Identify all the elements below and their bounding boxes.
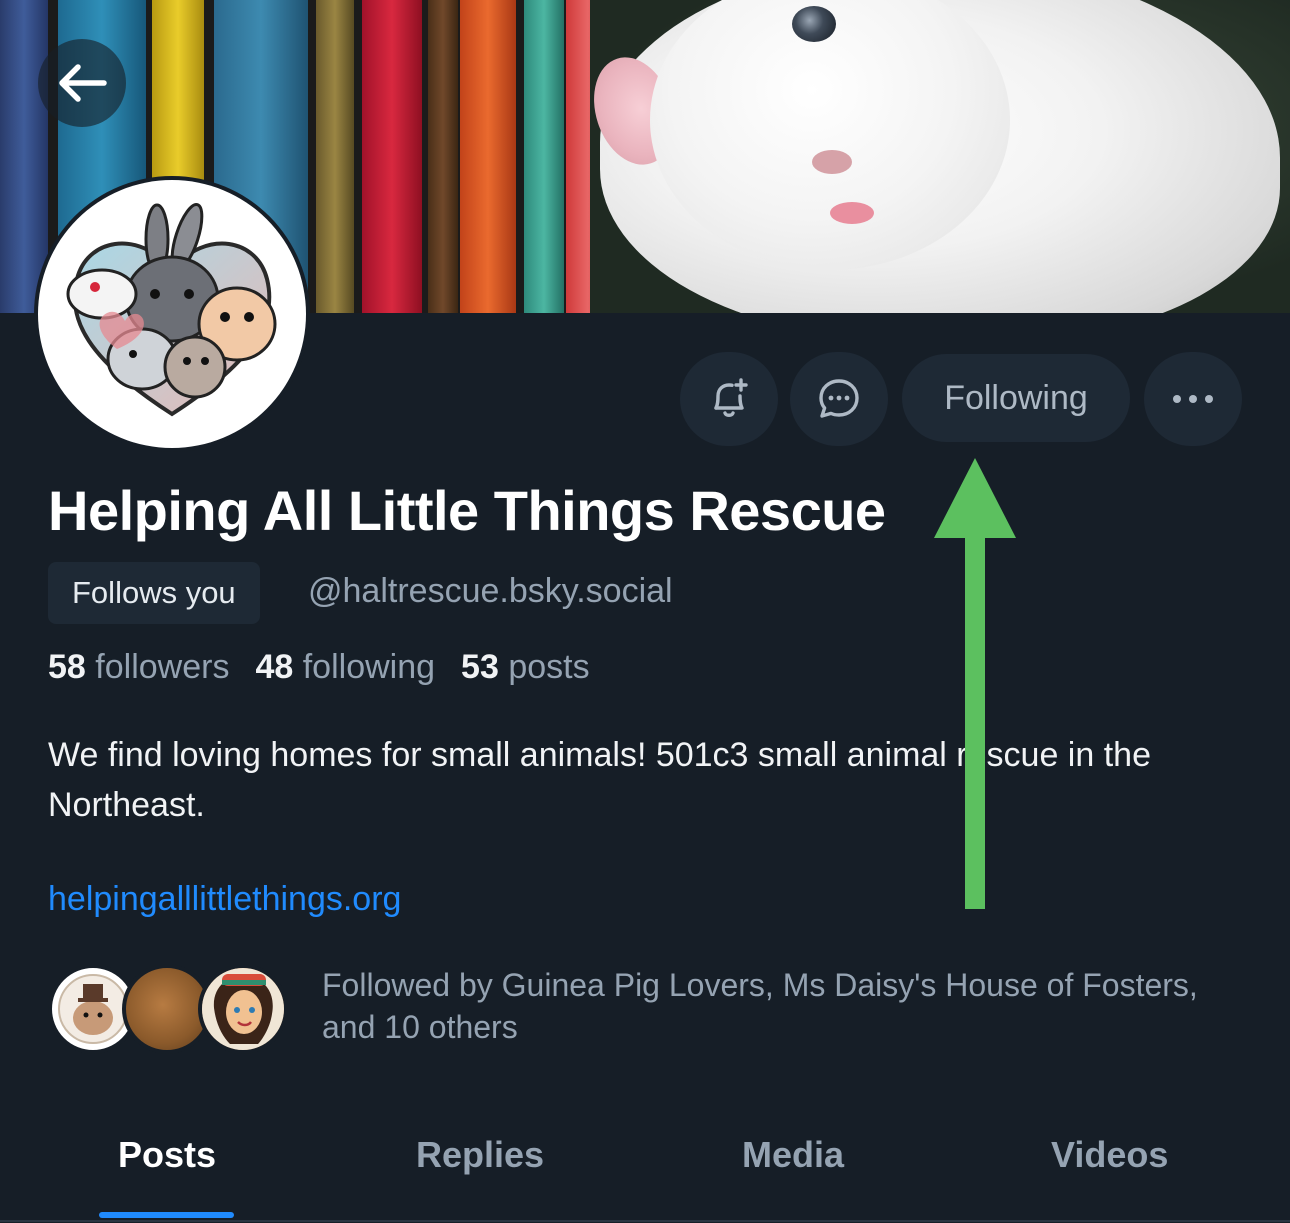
posts-label: posts: [508, 648, 590, 686]
following-button[interactable]: Following: [902, 354, 1130, 442]
banner-stripe: [362, 0, 422, 313]
banner-stripe: [460, 0, 516, 313]
banner-stripe: [0, 0, 48, 313]
followers-count: 58: [48, 648, 86, 686]
chat-bubble-icon: [819, 379, 859, 418]
known-follower-avatar: [198, 964, 288, 1054]
heart-animals-logo: [66, 202, 277, 417]
follows-you-badge: Follows you: [48, 562, 260, 624]
tab-posts[interactable]: Posts: [118, 1134, 216, 1176]
bell-plus-icon: [714, 378, 748, 417]
profile-stats: 58 followers 48 following 53 posts: [48, 648, 590, 687]
subscribe-notifications-button[interactable]: [680, 352, 778, 446]
profile-website-link[interactable]: helpingalllittlethings.org: [48, 880, 401, 919]
guinea-pig-nose: [812, 150, 852, 174]
back-button[interactable]: [38, 39, 126, 127]
banner-stripe: [524, 0, 564, 313]
posts-stat: 53 posts: [461, 648, 590, 686]
followers-stat[interactable]: 58 followers: [48, 648, 229, 686]
guinea-pig-eye: [792, 6, 836, 42]
following-stat[interactable]: 48 following: [255, 648, 435, 686]
profile-bio: We find loving homes for small animals! …: [48, 736, 1151, 824]
ellipsis-icon: [1173, 395, 1213, 403]
following-label: following: [302, 648, 436, 686]
active-tab-indicator: [99, 1212, 234, 1218]
guinea-pig-tongue: [830, 202, 874, 224]
profile-avatar[interactable]: [34, 176, 310, 452]
tab-replies[interactable]: Replies: [416, 1134, 544, 1176]
followed-by-text[interactable]: Followed by Guinea Pig Lovers, Ms Daisy'…: [322, 964, 1202, 1048]
cartoon-woman-icon: [202, 968, 284, 1050]
annotation-arrow-icon: [934, 458, 1016, 909]
followers-label: followers: [95, 648, 230, 686]
following-count: 48: [255, 648, 294, 686]
more-options-button[interactable]: [1144, 352, 1242, 446]
profile-display-name: Helping All Little Things Rescue: [48, 479, 886, 542]
banner-stripe: [428, 0, 458, 313]
arrow-left-icon: [59, 64, 107, 102]
known-followers-avatars[interactable]: [48, 964, 288, 1056]
tab-videos[interactable]: Videos: [1051, 1134, 1168, 1176]
banner-stripe: [316, 0, 354, 313]
profile-tabs: Posts Replies Media Videos: [0, 1112, 1290, 1223]
message-button[interactable]: [790, 352, 888, 446]
tab-media[interactable]: Media: [742, 1134, 844, 1176]
profile-handle: @haltrescue.bsky.social: [308, 572, 673, 610]
tabs-divider: [0, 1220, 1290, 1222]
posts-count: 53: [461, 648, 499, 686]
avatar-image: [38, 180, 306, 448]
